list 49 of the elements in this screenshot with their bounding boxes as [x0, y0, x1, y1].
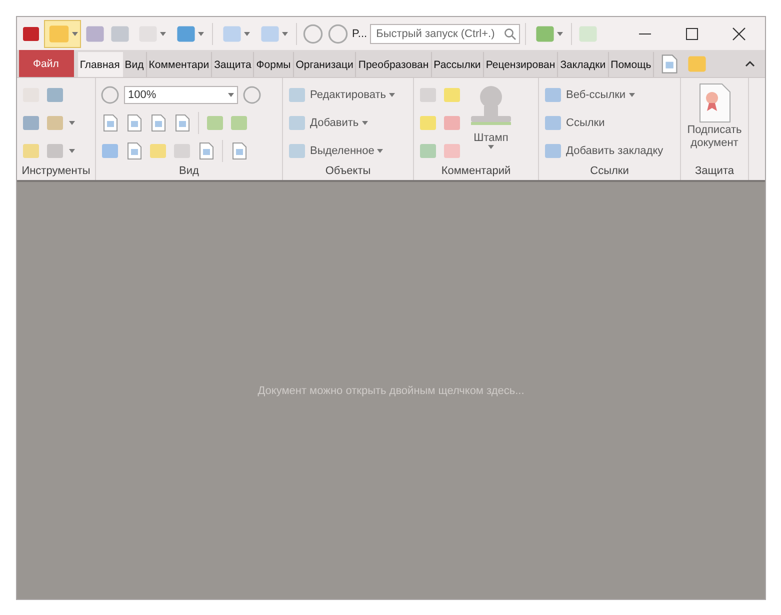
stamp-button[interactable]: Штамп: [466, 82, 516, 165]
dropdown-caret-icon[interactable]: [228, 92, 234, 96]
ribbon-menu-button[interactable]: Ссылки: [543, 110, 664, 135]
minimize-icon: [639, 32, 651, 34]
sign-document-button[interactable]: Подписать документ: [684, 82, 744, 165]
ribbon-group-label: Защита: [694, 165, 735, 179]
quick-launch-search-field[interactable]: Быстрый запуск (Ctrl+.): [370, 24, 520, 44]
ribbon-tab[interactable]: Вид: [122, 52, 147, 77]
dropdown-caret-icon[interactable]: [557, 32, 564, 36]
dropdown-caret-icon[interactable]: [628, 92, 635, 96]
ribbon-menu-button[interactable]: Выделенное: [287, 138, 395, 163]
ribbon-tab[interactable]: Комментари: [146, 52, 212, 77]
dropdown-caret-icon[interactable]: [69, 148, 75, 152]
ribbon-group-label: Комментарий: [440, 165, 512, 179]
file-menu-tab[interactable]: Файл: [19, 50, 74, 77]
toolbar-overflow-label[interactable]: P...: [352, 28, 368, 40]
ribbon-tab[interactable]: Главная: [78, 52, 123, 77]
dropdown-caret-icon[interactable]: [160, 32, 166, 36]
ribbon-menu-button[interactable]: Добавить: [287, 110, 395, 135]
ribbon-group-label: Объекты: [324, 165, 372, 179]
dropdown-caret-icon[interactable]: [244, 32, 250, 36]
zoom-combo[interactable]: 100%: [124, 86, 238, 104]
dropdown-caret-icon[interactable]: [69, 120, 75, 124]
ribbon-group-label: Ссылки: [589, 165, 630, 179]
certificate-icon: [696, 82, 732, 124]
dropdown-caret-icon[interactable]: [362, 120, 368, 124]
ribbon-tab[interactable]: Формы: [254, 52, 294, 77]
dropdown-caret-icon[interactable]: [488, 145, 494, 150]
ribbon-menu-button[interactable]: Добавить закладку: [543, 138, 664, 163]
ribbon-tab[interactable]: Организаци: [294, 52, 356, 77]
maximize-icon: [686, 28, 698, 40]
ribbon-tab[interactable]: Рассылки: [432, 52, 484, 77]
dropdown-caret-icon[interactable]: [377, 148, 384, 152]
ribbon-tab[interactable]: Рецензирован: [484, 52, 558, 77]
search-icon: [504, 28, 516, 40]
dropdown-caret-icon[interactable]: [282, 32, 288, 36]
ribbon-group-label: Инструменты: [20, 165, 92, 179]
dropdown-caret-icon[interactable]: [72, 32, 78, 36]
ribbon-menu-button[interactable]: Веб-ссылки: [543, 82, 664, 107]
close-icon: [732, 26, 746, 40]
ribbon-tab[interactable]: Преобразован: [356, 52, 432, 77]
ribbon-tab[interactable]: Защита: [212, 52, 254, 77]
ribbon-group-label: Вид: [178, 165, 200, 179]
dropdown-caret-icon[interactable]: [389, 92, 395, 96]
dropdown-caret-icon[interactable]: [198, 32, 204, 36]
ribbon-menu-button[interactable]: Редактировать: [287, 82, 395, 107]
ribbon-tab[interactable]: Закладки: [558, 52, 609, 77]
collapse-ribbon-icon[interactable]: [745, 60, 755, 67]
ribbon-tab[interactable]: Помощь: [608, 52, 654, 77]
